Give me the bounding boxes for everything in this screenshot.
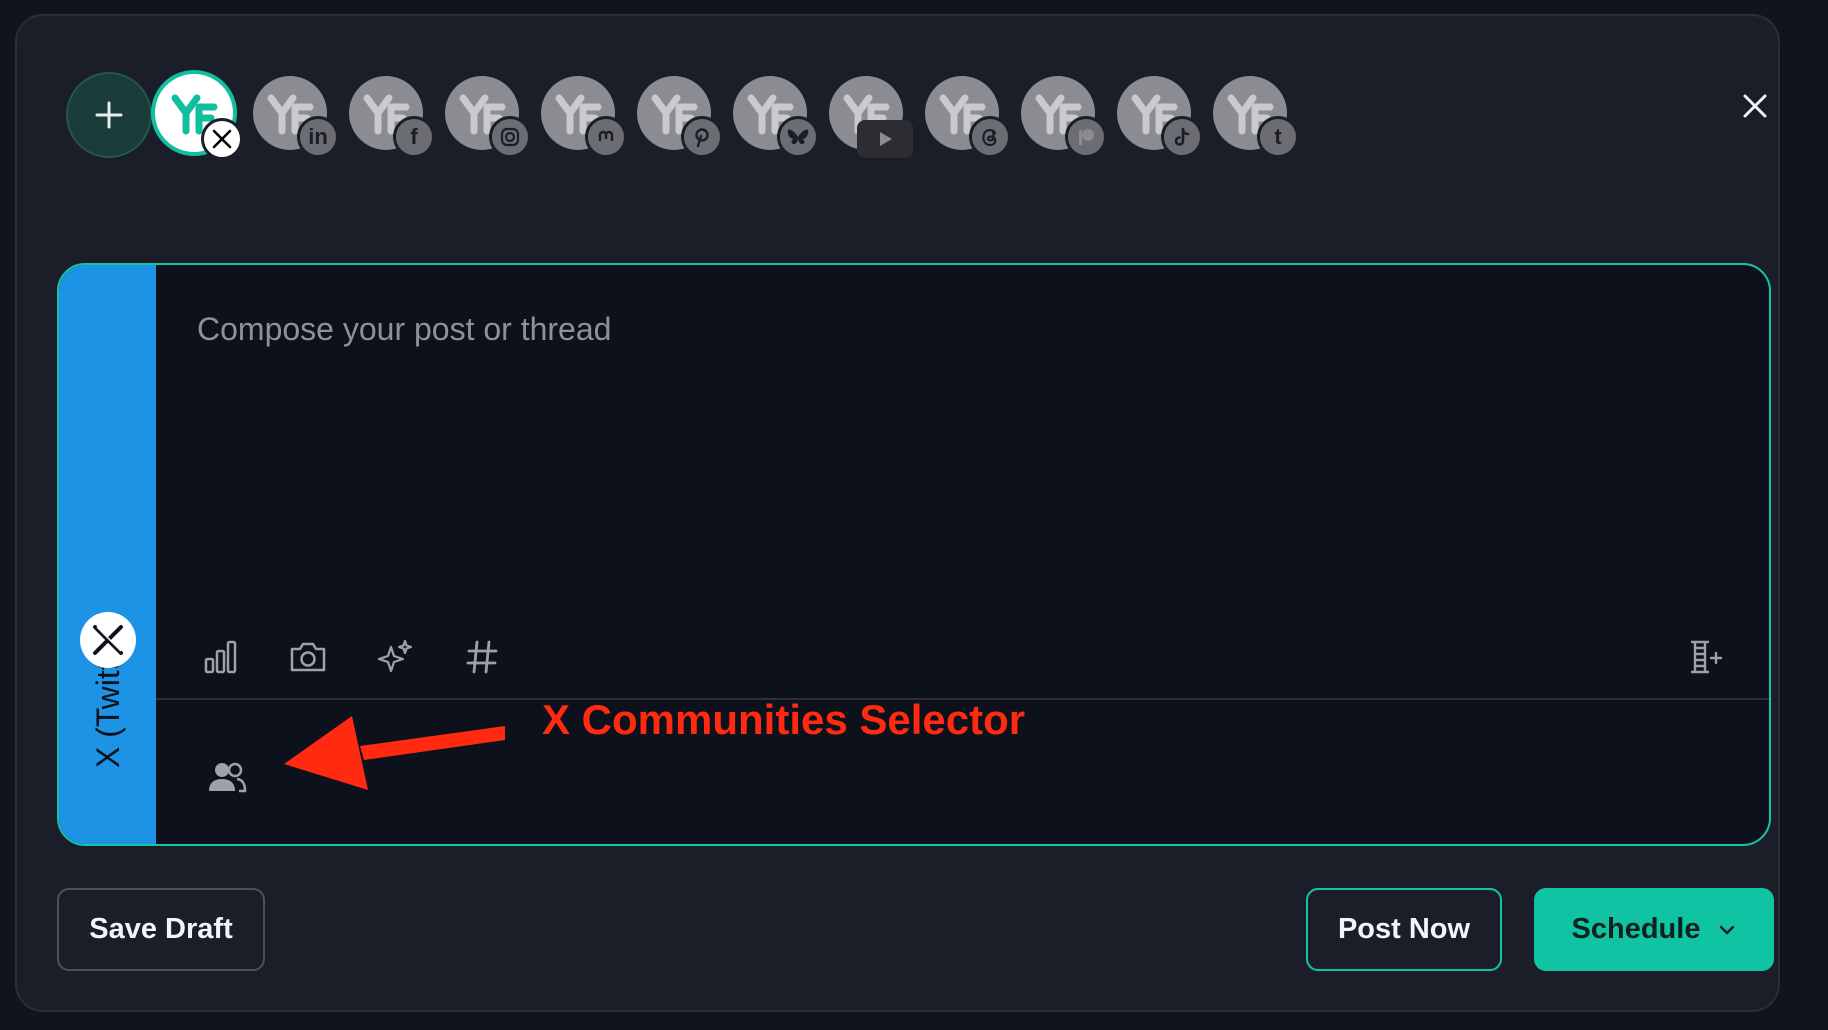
schedule-label: Schedule bbox=[1571, 913, 1701, 945]
badge-letter: t bbox=[1274, 124, 1282, 149]
tumblr-icon: t bbox=[1257, 116, 1299, 158]
account-instagram[interactable] bbox=[445, 76, 531, 158]
badge-letter: in bbox=[308, 124, 328, 149]
badge-letter: f bbox=[410, 124, 418, 149]
pinterest-icon bbox=[681, 116, 723, 158]
save-draft-label: Save Draft bbox=[89, 913, 233, 945]
ai-sparkle-icon bbox=[377, 639, 413, 673]
account-threads[interactable] bbox=[925, 76, 1011, 158]
communities-icon bbox=[209, 762, 247, 793]
add-thread-button[interactable] bbox=[1683, 635, 1727, 679]
bluesky-icon bbox=[777, 116, 819, 158]
platform-strip: X (Twitter) bbox=[59, 265, 156, 844]
account-mastodon[interactable] bbox=[541, 76, 627, 158]
hashtag-button[interactable] bbox=[460, 635, 504, 679]
account-linkedin[interactable]: in bbox=[253, 76, 339, 158]
facebook-icon: f bbox=[393, 116, 435, 158]
post-now-label: Post Now bbox=[1337, 913, 1471, 945]
poll-button[interactable] bbox=[199, 635, 243, 679]
add-account-button[interactable] bbox=[66, 72, 152, 158]
chevron-down-icon bbox=[1718, 924, 1736, 936]
tiktok-icon bbox=[1161, 116, 1203, 158]
schedule-button[interactable]: Schedule bbox=[1534, 888, 1774, 971]
account-youtube[interactable] bbox=[829, 76, 913, 158]
thread-add-icon bbox=[1690, 640, 1723, 674]
mastodon-icon bbox=[585, 116, 627, 158]
media-button[interactable] bbox=[286, 635, 330, 679]
close-icon bbox=[1743, 94, 1767, 118]
close-button[interactable] bbox=[1737, 88, 1773, 124]
x-logo-icon bbox=[201, 118, 243, 160]
instagram-icon bbox=[489, 116, 531, 158]
hashtag-icon bbox=[466, 640, 498, 674]
save-draft-button[interactable]: Save Draft bbox=[57, 888, 265, 971]
patreon-icon bbox=[1065, 116, 1107, 158]
annotation-arrow bbox=[284, 716, 505, 790]
threads-icon bbox=[969, 116, 1011, 158]
compose-input[interactable] bbox=[195, 309, 1729, 433]
account-tumblr[interactable]: t bbox=[1213, 76, 1299, 158]
youtube-icon bbox=[857, 120, 913, 158]
account-facebook[interactable]: f bbox=[349, 76, 435, 158]
account-bluesky[interactable] bbox=[733, 76, 819, 158]
plus-icon bbox=[95, 101, 123, 129]
communities-selector[interactable] bbox=[205, 757, 249, 797]
poll-icon bbox=[204, 640, 237, 674]
annotation-label: X Communities Selector bbox=[542, 696, 1026, 743]
account-patreon[interactable] bbox=[1021, 76, 1107, 158]
x-logo-icon bbox=[80, 612, 136, 668]
ai-assist-button[interactable] bbox=[373, 635, 417, 679]
account-tiktok[interactable] bbox=[1117, 76, 1203, 158]
post-now-button[interactable]: Post Now bbox=[1306, 888, 1502, 971]
camera-icon bbox=[290, 642, 326, 672]
account-pinterest[interactable] bbox=[637, 76, 723, 158]
account-x[interactable] bbox=[151, 70, 243, 160]
linkedin-icon: in bbox=[297, 116, 339, 158]
